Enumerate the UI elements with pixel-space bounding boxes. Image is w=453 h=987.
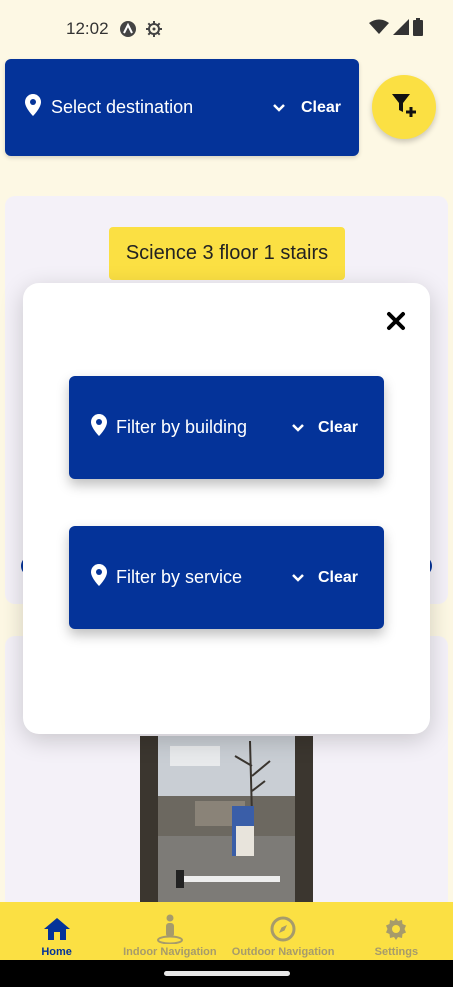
nav-home[interactable]: Home (0, 902, 113, 960)
place-photo (140, 736, 313, 902)
nav-settings[interactable]: Settings (340, 902, 453, 960)
status-bar: 12:02 (0, 0, 453, 58)
nav-label: Home (41, 946, 72, 958)
location-pin-icon (25, 94, 41, 121)
chevron-down-icon[interactable] (273, 103, 285, 112)
service-filter-selector[interactable]: Filter by service Clear (69, 526, 384, 629)
nav-label: Indoor Navigation (123, 946, 217, 958)
nav-label: Outdoor Navigation (231, 946, 335, 958)
filter-add-icon (391, 92, 417, 123)
building-filter-selector[interactable]: Filter by building Clear (69, 376, 384, 479)
wifi-icon (369, 19, 389, 40)
chevron-down-icon[interactable] (292, 423, 304, 432)
service-filter-label: Filter by service (116, 567, 243, 587)
chevron-down-icon[interactable] (292, 573, 304, 582)
gear-icon (383, 912, 409, 946)
close-icon[interactable] (384, 309, 408, 333)
status-time: 12:02 (66, 19, 109, 38)
home-gesture-handle[interactable] (163, 971, 290, 976)
filter-button[interactable] (372, 75, 436, 139)
nav-outdoor-navigation[interactable]: Outdoor Navigation (227, 902, 340, 960)
destination-label: Select destination (51, 97, 194, 117)
building-filter-clear-button[interactable]: Clear (318, 419, 358, 437)
system-navigation-bar (0, 960, 453, 987)
status-indicators (369, 17, 423, 41)
nav-label: Settings (374, 946, 419, 958)
signal-icon (393, 18, 409, 40)
app-notification-icon (119, 20, 137, 38)
location-pin-icon (91, 414, 107, 441)
filter-dialog (23, 283, 430, 734)
location-pin-icon (91, 564, 107, 591)
battery-icon (413, 17, 423, 41)
person-pin-icon (156, 912, 183, 946)
destination-selector[interactable]: Select destination Clear (5, 59, 359, 156)
service-filter-clear-button[interactable]: Clear (318, 569, 358, 587)
compass-icon (270, 912, 296, 946)
settings-notification-icon (145, 20, 163, 38)
destination-clear-button[interactable]: Clear (301, 99, 341, 117)
selected-place-label: Science 3 floor 1 stairs (109, 227, 345, 280)
home-icon (43, 912, 71, 946)
building-filter-label: Filter by building (116, 417, 248, 437)
nav-indoor-navigation[interactable]: Indoor Navigation (113, 902, 226, 960)
bottom-navigation: Home Indoor Navigation Outdoor Navigatio… (0, 902, 453, 960)
